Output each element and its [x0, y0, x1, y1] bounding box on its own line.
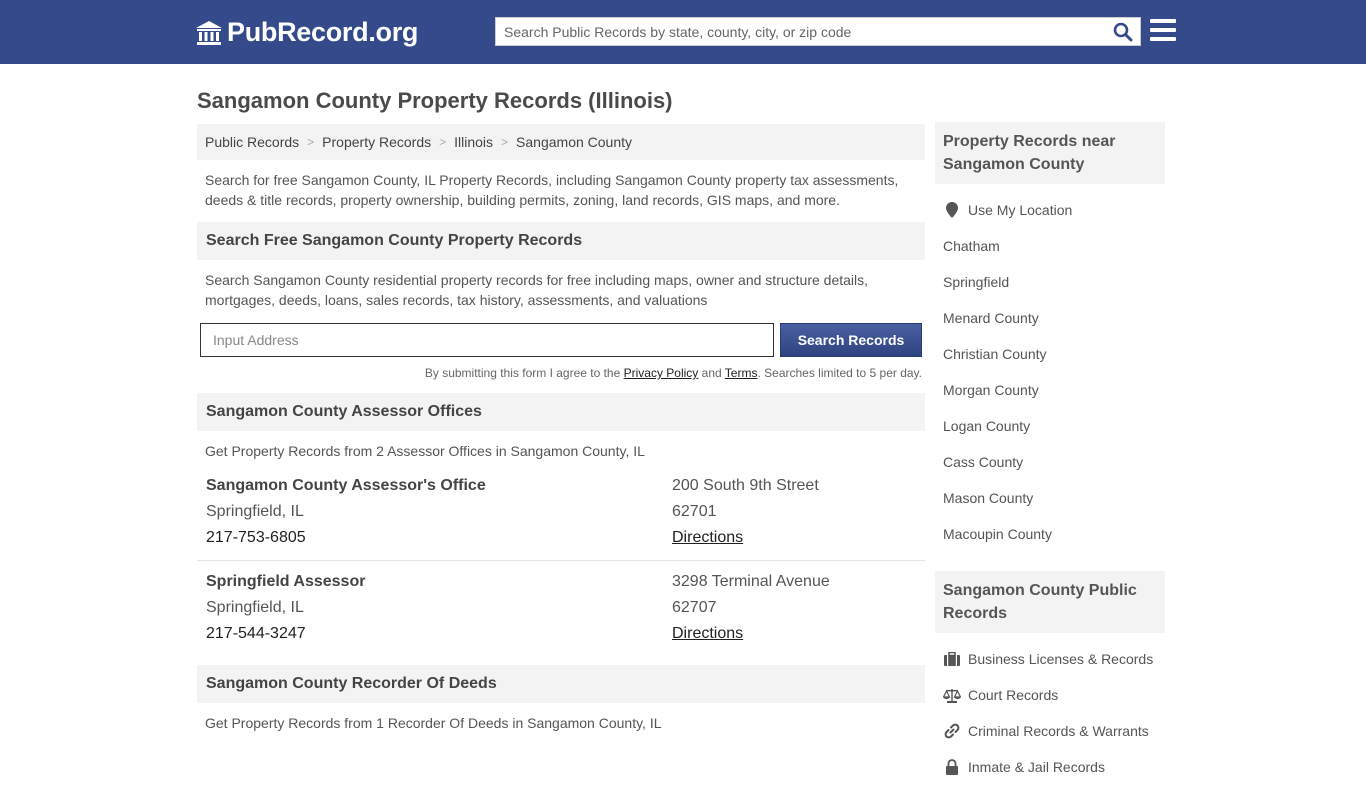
nearby-item[interactable]: Cass County: [935, 444, 1165, 480]
public-record-label: Inmate & Jail Records: [968, 759, 1105, 775]
public-record-label: Criminal Records & Warrants: [968, 723, 1149, 739]
public-record-business[interactable]: Business Licenses & Records: [935, 641, 1165, 677]
use-my-location-link[interactable]: Use My Location: [935, 192, 1165, 228]
directions-link[interactable]: Directions: [672, 529, 743, 546]
search-records-button[interactable]: Search Records: [780, 323, 922, 357]
top-navbar: PubRecord.org: [0, 0, 1366, 64]
office-city: Springfield, IL: [206, 599, 304, 616]
terms-link[interactable]: Terms: [725, 366, 758, 380]
nearby-records-heading: Property Records near Sangamon County: [935, 122, 1165, 184]
assessor-section-description: Get Property Records from 2 Assessor Off…: [205, 443, 645, 459]
address-search-form: Search Records: [197, 323, 925, 357]
disclaimer-and: and: [698, 366, 725, 380]
breadcrumb-property-records[interactable]: Property Records: [322, 134, 431, 150]
nearby-item[interactable]: Macoupin County: [935, 516, 1165, 552]
assessor-section-heading: Sangamon County Assessor Offices: [197, 393, 925, 431]
sidebar: Property Records near Sangamon County Us…: [935, 122, 1165, 785]
office-listing: Sangamon County Assessor's Office Spring…: [197, 461, 925, 561]
public-records-heading: Sangamon County Public Records: [935, 571, 1165, 633]
lock-icon: [943, 759, 961, 775]
disclaimer-suffix: . Searches limited to 5 per day.: [757, 366, 922, 380]
menu-bar: [1150, 37, 1176, 41]
intro-text: Search for free Sangamon County, IL Prop…: [205, 172, 899, 208]
office-name: Springfield Assessor: [206, 573, 366, 590]
public-record-inmate[interactable]: Inmate & Jail Records: [935, 749, 1165, 785]
use-my-location-label: Use My Location: [968, 202, 1073, 218]
site-search: [495, 17, 1141, 46]
office-name: Sangamon County Assessor's Office: [206, 477, 486, 494]
search-icon: [1113, 22, 1133, 41]
scale-icon: [943, 687, 961, 703]
site-logo[interactable]: PubRecord.org: [195, 17, 418, 48]
site-search-input[interactable]: [496, 18, 1106, 45]
recorder-section-description: Get Property Records from 1 Recorder Of …: [205, 715, 662, 731]
office-street: 3298 Terminal Avenue: [672, 573, 830, 590]
public-records-list: Business Licenses & Records Court Record…: [935, 633, 1165, 785]
public-record-label: Court Records: [968, 687, 1059, 703]
breadcrumb-sangamon-county[interactable]: Sangamon County: [516, 134, 632, 150]
search-section-heading: Search Free Sangamon County Property Rec…: [197, 222, 925, 260]
nearby-item[interactable]: Chatham: [935, 228, 1165, 264]
nearby-item[interactable]: Mason County: [935, 480, 1165, 516]
recorder-section-heading: Sangamon County Recorder Of Deeds: [197, 665, 925, 703]
nearby-item[interactable]: Morgan County: [935, 372, 1165, 408]
breadcrumb: Public Records > Property Records > Illi…: [197, 124, 925, 160]
office-city: Springfield, IL: [206, 503, 304, 520]
office-zip: 62707: [672, 599, 717, 616]
privacy-policy-link[interactable]: Privacy Policy: [624, 366, 699, 380]
nearby-list: Use My Location Chatham Springfield Mena…: [935, 184, 1165, 552]
menu-bar: [1150, 19, 1176, 23]
briefcase-icon: [943, 651, 961, 667]
search-section-description: Search Sangamon County residential prope…: [205, 272, 869, 308]
directions-link[interactable]: Directions: [672, 625, 743, 642]
logo-text: PubRecord.org: [227, 17, 419, 47]
menu-bar: [1150, 28, 1176, 32]
nearby-item[interactable]: Logan County: [935, 408, 1165, 444]
nearby-item[interactable]: Menard County: [935, 300, 1165, 336]
site-search-button[interactable]: [1106, 18, 1140, 45]
nearby-item[interactable]: Springfield: [935, 264, 1165, 300]
public-record-label: Business Licenses & Records: [968, 651, 1154, 667]
disclaimer-prefix: By submitting this form I agree to the: [424, 366, 624, 380]
nearby-item[interactable]: Christian County: [935, 336, 1165, 372]
breadcrumb-public-records[interactable]: Public Records: [205, 134, 299, 150]
main-content: Public Records > Property Records > Illi…: [197, 124, 925, 733]
office-phone[interactable]: 217-753-6805: [206, 525, 672, 551]
breadcrumb-illinois[interactable]: Illinois: [454, 134, 493, 150]
office-street: 200 South 9th Street: [672, 477, 819, 494]
breadcrumb-separator: >: [307, 135, 315, 149]
page-title: Sangamon County Property Records (Illino…: [197, 88, 673, 113]
map-marker-icon: [943, 202, 961, 218]
public-record-court[interactable]: Court Records: [935, 677, 1165, 713]
office-listing: Springfield Assessor Springfield, IL 217…: [197, 561, 925, 647]
breadcrumb-separator: >: [501, 135, 509, 149]
courthouse-icon: [196, 20, 222, 45]
office-zip: 62701: [672, 503, 717, 520]
link-icon: [943, 723, 961, 739]
public-record-criminal[interactable]: Criminal Records & Warrants: [935, 713, 1165, 749]
breadcrumb-separator: >: [439, 135, 447, 149]
address-input[interactable]: [200, 323, 774, 357]
form-disclaimer: By submitting this form I agree to the P…: [197, 366, 925, 380]
hamburger-menu-button[interactable]: [1150, 19, 1176, 43]
office-phone[interactable]: 217-544-3247: [206, 621, 672, 647]
